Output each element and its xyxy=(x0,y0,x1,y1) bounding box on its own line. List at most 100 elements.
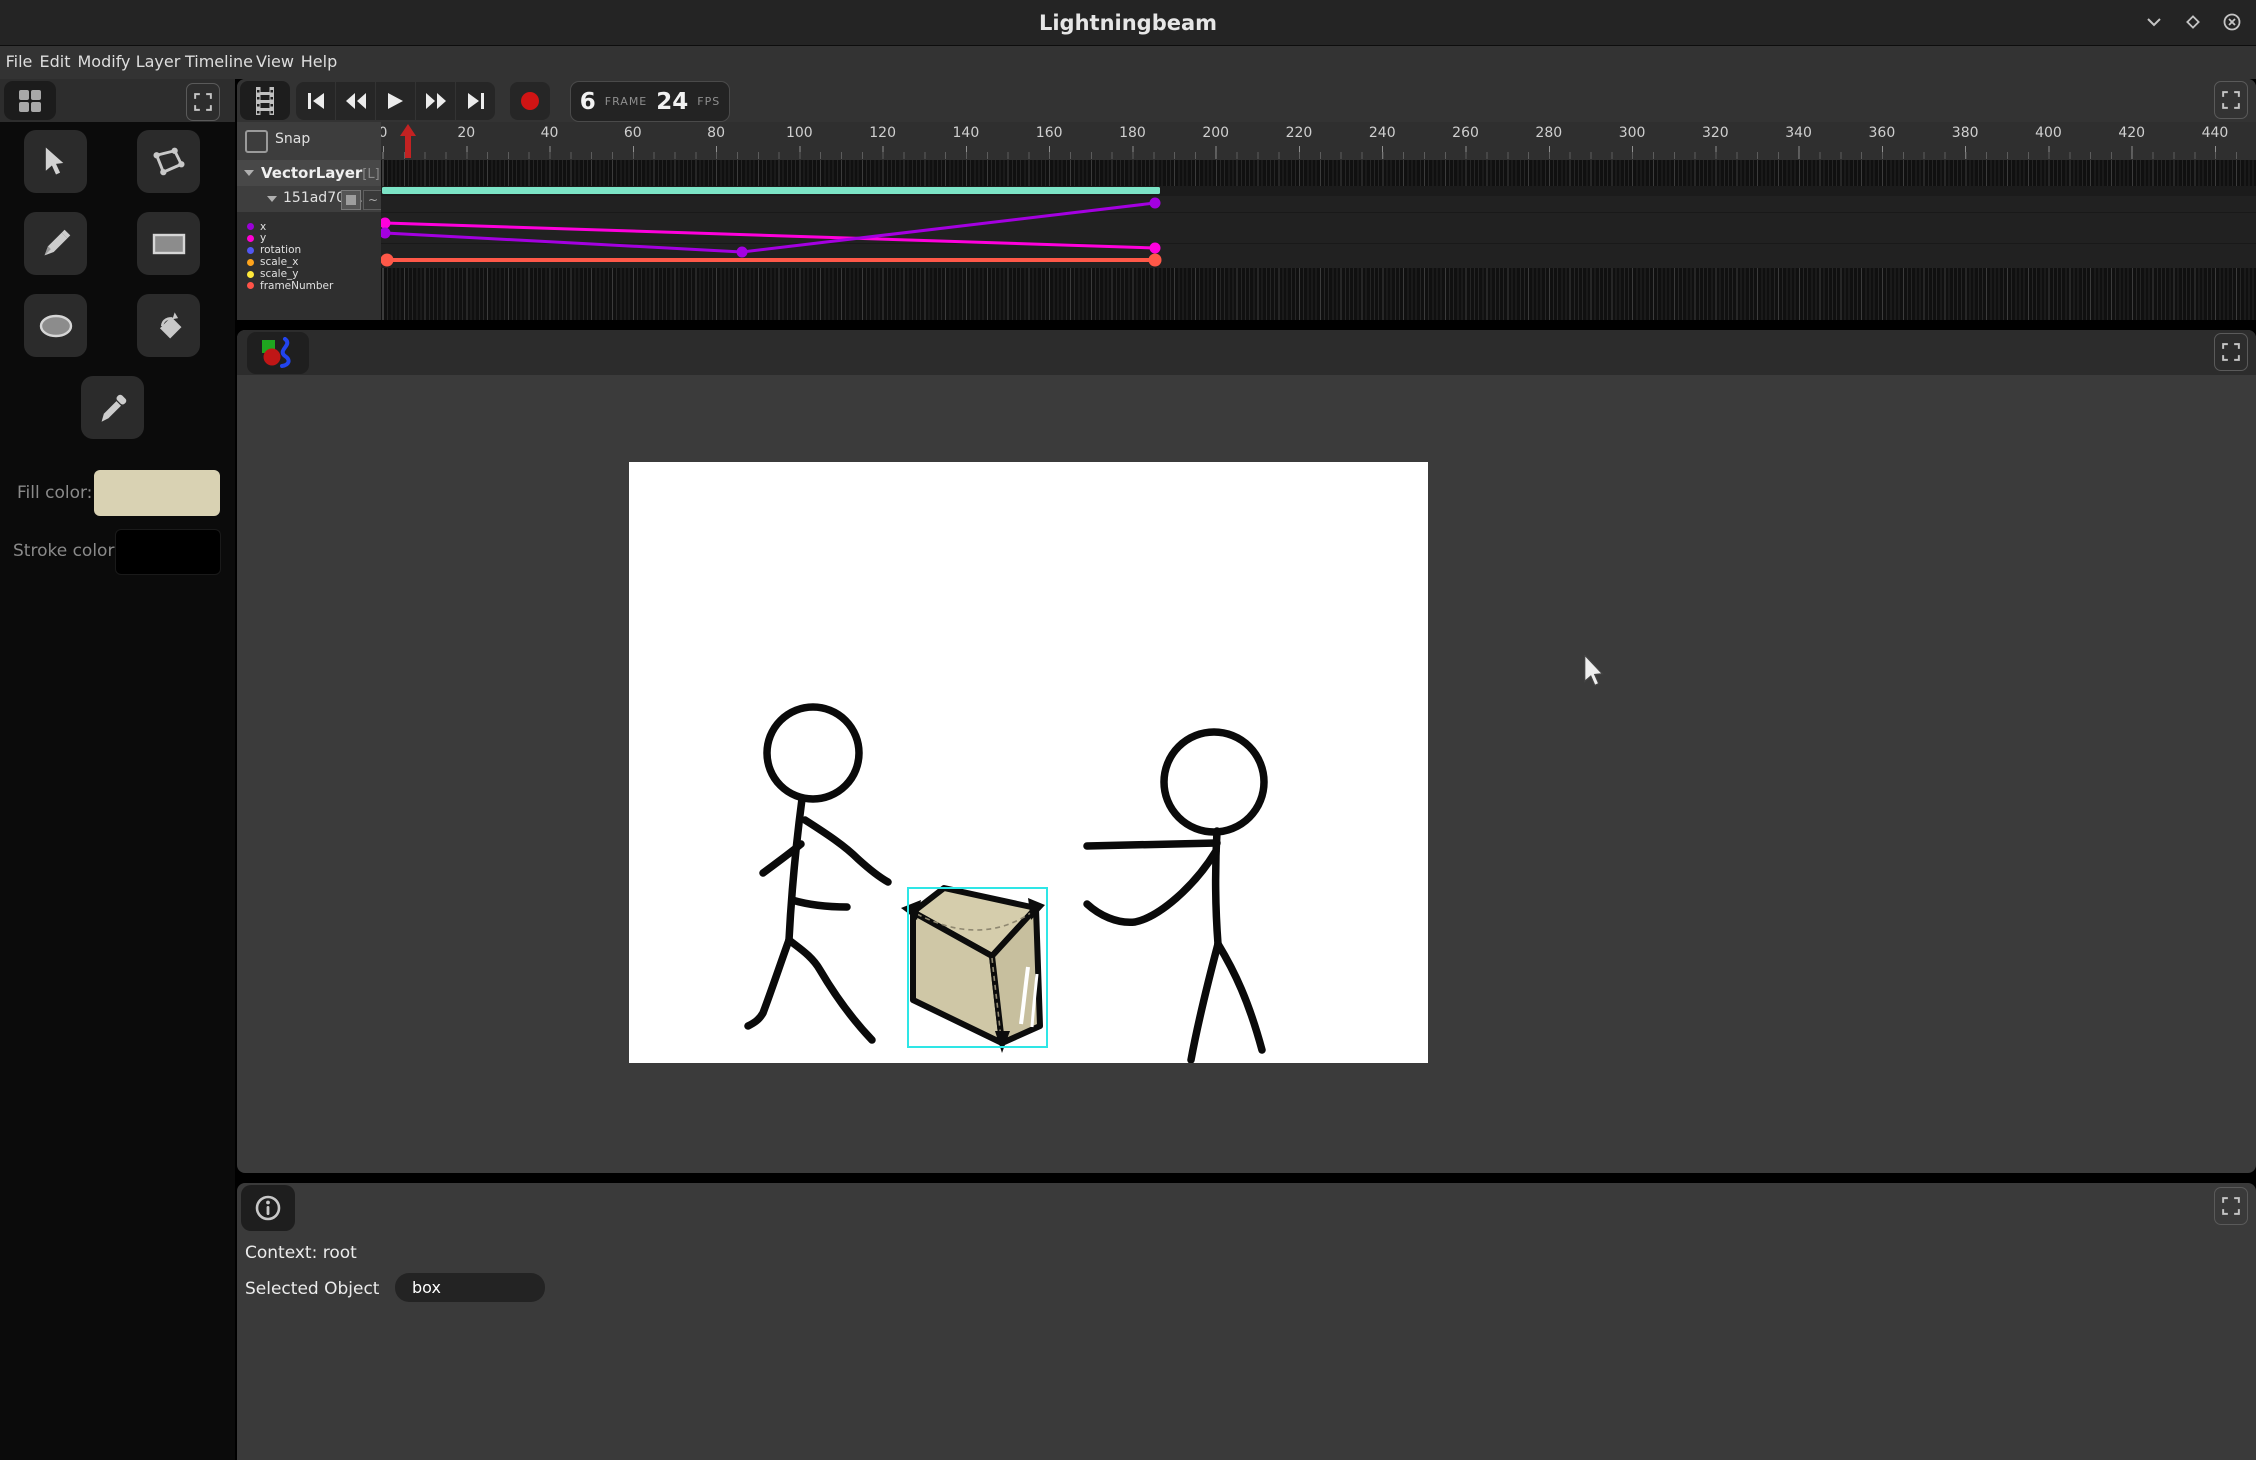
frame-number-value[interactable]: 6 xyxy=(580,89,596,115)
tool-paint-bucket-button[interactable] xyxy=(137,294,200,357)
maximize-button[interactable] xyxy=(2179,8,2207,36)
expand-icon xyxy=(2220,89,2242,111)
stroke-color-swatch[interactable] xyxy=(115,529,221,575)
play-icon xyxy=(388,93,403,109)
ruler-label: 100 xyxy=(786,125,813,141)
curve-y[interactable] xyxy=(385,223,1155,248)
ruler-label: 260 xyxy=(1452,125,1479,141)
toolbox-expand-button[interactable] xyxy=(186,83,220,121)
inspector-expand-button[interactable] xyxy=(2214,1187,2248,1225)
keyframe-dot-frameNumber[interactable] xyxy=(1149,254,1162,267)
property-row-rotation[interactable]: rotation xyxy=(237,245,381,257)
menu-item-modify[interactable]: Modify xyxy=(77,52,130,71)
info-tab[interactable] xyxy=(241,1185,295,1231)
expand-icon xyxy=(2220,341,2242,363)
ruler-label: 20 xyxy=(457,125,475,141)
property-color-dot xyxy=(247,235,254,242)
menu-item-file[interactable]: File xyxy=(6,52,33,71)
grid-view-button[interactable] xyxy=(4,81,56,120)
keyframe-curves[interactable] xyxy=(381,160,2256,320)
property-color-dot xyxy=(247,223,254,230)
timeline-ruler[interactable]: 0204060801001201401601802002202402602803… xyxy=(381,122,2256,160)
keyframe-dot-x[interactable] xyxy=(1150,198,1161,209)
ruler-label: 200 xyxy=(1202,125,1229,141)
tool-node-edit-button[interactable] xyxy=(137,130,200,193)
property-row-frameNumber[interactable]: frameNumber xyxy=(237,280,381,292)
property-name: rotation xyxy=(260,245,301,256)
property-row-y[interactable]: y xyxy=(237,233,381,245)
frame-fps-display[interactable]: 6 FRAME 24 FPS xyxy=(570,81,730,122)
canvas-tab-strip xyxy=(237,330,2256,375)
menu-item-timeline[interactable]: Timeline xyxy=(185,52,253,71)
menu-item-help[interactable]: Help xyxy=(301,52,337,71)
context-text: Context: root xyxy=(245,1243,357,1263)
close-button[interactable] xyxy=(2218,8,2246,36)
rewind-button[interactable] xyxy=(336,82,375,120)
timeline-rows: VectorLayer[L] 151ad70a… ~ xyrotationsca… xyxy=(237,160,2256,320)
tool-pencil-button[interactable] xyxy=(24,212,87,275)
tool-ellipse-button[interactable] xyxy=(24,294,87,357)
stage[interactable] xyxy=(629,462,1428,1063)
object-collapse-caret-icon[interactable] xyxy=(267,196,277,202)
fast-forward-button[interactable] xyxy=(416,82,455,120)
play-button[interactable] xyxy=(376,82,415,120)
select-arrow-icon xyxy=(41,146,71,178)
fps-value[interactable]: 24 xyxy=(656,89,688,115)
ruler-label: 40 xyxy=(541,125,559,141)
pencil-icon xyxy=(40,228,72,260)
menu-item-edit[interactable]: Edit xyxy=(40,52,71,71)
layer-row-object[interactable]: 151ad70a… ~ xyxy=(237,186,381,212)
ruler-label: 220 xyxy=(1286,125,1313,141)
tool-select-button[interactable] xyxy=(24,130,87,193)
film-strip-icon xyxy=(253,86,277,116)
film-button[interactable] xyxy=(240,81,290,120)
menu-item-layer[interactable]: Layer xyxy=(136,52,181,71)
layer-collapse-caret-icon[interactable] xyxy=(244,170,254,176)
fps-label: FPS xyxy=(697,95,720,108)
tool-eyedropper-button[interactable] xyxy=(81,376,144,439)
layer-visibility-button[interactable] xyxy=(341,190,361,210)
selected-object-field[interactable]: box xyxy=(395,1273,545,1302)
grid-icon xyxy=(17,88,43,114)
ellipse-icon xyxy=(37,312,75,340)
property-row-scale_y[interactable]: scale_y xyxy=(237,268,381,280)
keyframe-dot-x[interactable] xyxy=(737,247,748,258)
snap-checkbox[interactable] xyxy=(245,130,268,153)
square-icon xyxy=(346,195,356,205)
lifetime-bar[interactable] xyxy=(382,187,1160,194)
shapes-logo-icon xyxy=(259,337,297,369)
ruler-label: 320 xyxy=(1702,125,1729,141)
fill-color-swatch[interactable] xyxy=(94,470,220,516)
scene-tab[interactable] xyxy=(247,332,309,374)
keyframe-dot-frameNumber[interactable] xyxy=(381,254,394,267)
timeline-track[interactable] xyxy=(381,160,2256,320)
property-list: xyrotationscale_xscale_yframeNumber xyxy=(237,212,381,320)
fast-forward-icon xyxy=(426,93,446,109)
property-color-dot xyxy=(247,282,254,289)
skip-to-end-button[interactable] xyxy=(456,82,495,120)
tool-rectangle-button[interactable] xyxy=(137,212,200,275)
canvas-expand-button[interactable] xyxy=(2214,333,2248,371)
ruler-label: 420 xyxy=(2118,125,2145,141)
menu-item-view[interactable]: View xyxy=(256,52,294,71)
record-button[interactable] xyxy=(510,82,550,120)
ruler-label: 400 xyxy=(2035,125,2062,141)
property-color-dot xyxy=(247,271,254,278)
keyframe-dot-y[interactable] xyxy=(381,218,391,229)
minimize-button[interactable] xyxy=(2140,8,2168,36)
box-object[interactable] xyxy=(901,888,1045,1053)
property-row-x[interactable]: x xyxy=(237,221,381,233)
property-row-scale_x[interactable]: scale_x xyxy=(237,256,381,268)
ruler-label: 360 xyxy=(1869,125,1896,141)
keyframe-dot-x[interactable] xyxy=(381,228,391,239)
timeline-expand-button[interactable] xyxy=(2214,81,2248,119)
ruler-label: 180 xyxy=(1119,125,1146,141)
keyframe-dot-y[interactable] xyxy=(1150,243,1161,254)
layer-row-vectorlayer[interactable]: VectorLayer[L] xyxy=(237,160,381,186)
layer-tween-button[interactable]: ~ xyxy=(363,190,383,210)
info-icon xyxy=(254,1194,282,1222)
canvas-panel xyxy=(237,330,2256,1173)
skip-to-start-button[interactable] xyxy=(296,82,335,120)
eyedropper-icon xyxy=(97,392,129,424)
playhead[interactable] xyxy=(400,124,416,160)
